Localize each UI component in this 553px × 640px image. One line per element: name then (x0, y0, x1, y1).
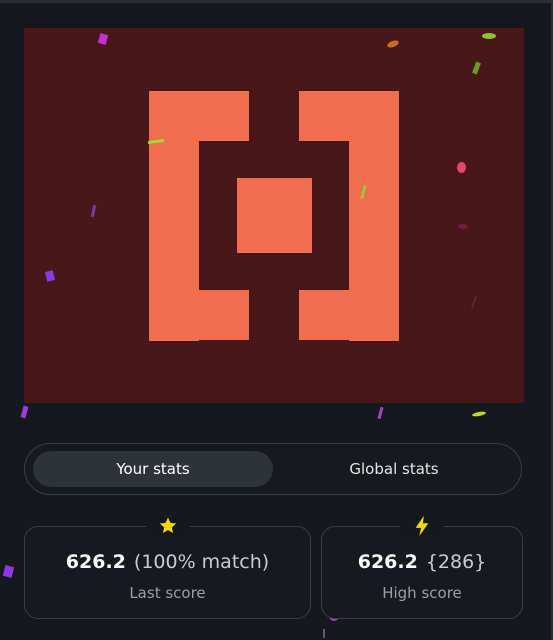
last-score-value: 626.2 (65, 551, 126, 573)
tab-global-stats[interactable]: Global stats (274, 451, 514, 487)
last-score-match: (100% match) (133, 551, 270, 573)
high-score-count: {286} (425, 551, 487, 573)
right-bracket-bottom (299, 290, 399, 340)
star-icon (145, 513, 190, 539)
confetti-piece (482, 33, 496, 39)
last-score-label: Last score (129, 584, 206, 602)
high-score-line: 626.2 {286} (322, 551, 522, 573)
left-bracket-bottom (149, 290, 249, 340)
last-score-card: 626.2 (100% match) Last score (24, 513, 311, 619)
lightning-icon (400, 513, 444, 539)
tab-your-stats[interactable]: Your stats (33, 451, 273, 487)
center-square (237, 178, 312, 253)
confetti-piece (323, 629, 325, 638)
high-score-card: 626.2 {286} High score (321, 513, 523, 619)
stats-toggle: Your stats Global stats (24, 443, 522, 495)
game-canvas[interactable] (24, 28, 524, 403)
confetti-piece (457, 162, 466, 173)
confetti-piece (458, 224, 468, 229)
last-score-line: 626.2 (100% match) (25, 551, 310, 573)
high-score-value: 626.2 (357, 551, 418, 573)
high-score-label: High score (382, 584, 462, 602)
